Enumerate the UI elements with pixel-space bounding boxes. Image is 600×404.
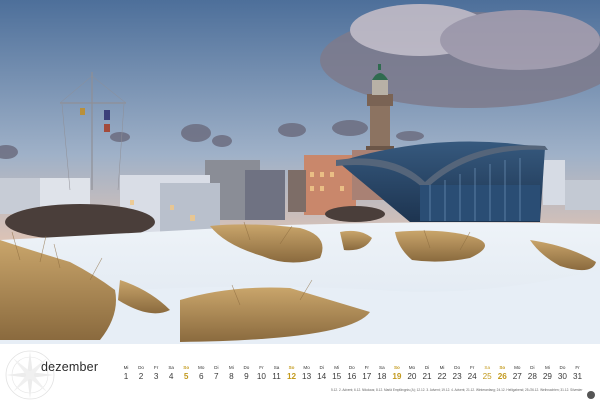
day-cell: Fr 31 — [571, 364, 585, 382]
holiday-notes: 5.12. 2. Advent; 6.12. Nikolaus; 8.12. M… — [331, 388, 583, 392]
day-number: 31 — [572, 372, 583, 381]
day-number: 14 — [317, 372, 327, 381]
day-number: 30 — [557, 372, 567, 381]
day-number: 24 — [467, 372, 477, 381]
weekday-label: Do — [559, 365, 566, 370]
day-number: 16 — [347, 372, 357, 381]
weekday-label: So — [499, 365, 506, 370]
day-number: 29 — [542, 372, 552, 381]
day-cell: Sa 18 — [375, 364, 389, 382]
weekday-label: Do — [138, 365, 144, 370]
weekday-label: So — [393, 365, 400, 370]
weekday-label: Mo — [303, 365, 310, 370]
calendar-photo — [0, 0, 600, 344]
day-cell: So 12 — [285, 364, 299, 382]
day-cell: So 26 — [495, 364, 509, 382]
day-cell: Di 28 — [525, 364, 539, 382]
day-cell: Sa 4 — [164, 364, 178, 382]
day-cell: Mi 15 — [330, 364, 344, 382]
weekday-label: Di — [319, 365, 324, 370]
day-number: 19 — [392, 372, 402, 381]
day-cell: Fr 10 — [254, 364, 268, 382]
weekday-label: Fr — [259, 365, 264, 370]
day-number: 7 — [214, 372, 219, 381]
weekday-label: Sa — [273, 365, 280, 370]
weekday-label: Di — [424, 365, 430, 370]
day-cell: Mo 6 — [194, 364, 208, 382]
weekday-label: Di — [530, 365, 535, 370]
day-cell: Di 7 — [209, 364, 223, 382]
day-cell: Do 2 — [134, 364, 148, 382]
day-number: 15 — [332, 372, 342, 381]
page-marker-icon — [587, 391, 595, 399]
day-number: 4 — [168, 372, 174, 381]
weekday-label: Sa — [484, 365, 490, 370]
day-number: 21 — [422, 372, 432, 381]
weekday-label: Sa — [379, 365, 385, 370]
day-cell: Mi 22 — [435, 364, 449, 382]
day-cell: So 5 — [179, 364, 193, 382]
day-number: 8 — [229, 372, 234, 381]
day-cell: Mi 8 — [224, 364, 238, 382]
weekday-label: Mi — [228, 365, 234, 370]
weekday-label: So — [288, 365, 295, 370]
weekday-label: Fr — [575, 365, 580, 370]
day-number: 23 — [452, 372, 462, 381]
day-number: 20 — [407, 372, 417, 381]
weekday-label: Mo — [408, 365, 416, 370]
day-cell: Fr 17 — [360, 364, 374, 382]
day-cell: Mi 1 — [119, 364, 133, 382]
day-number: 17 — [362, 372, 372, 381]
weekday-label: Fr — [469, 365, 475, 370]
day-number: 22 — [437, 372, 447, 381]
month-label: dezember — [41, 360, 99, 374]
day-number: 28 — [527, 372, 537, 381]
day-cell: Mo 27 — [510, 364, 524, 382]
day-grid: Mi 1 Do 2 Fr 3 Sa 4 So 5 Mo 6 Di 7 Mi 8 Do 9 Fr 10 Sa 11 So 12 M… — [119, 364, 585, 386]
day-cell: Fr 3 — [149, 364, 163, 382]
day-number: 2 — [138, 372, 144, 381]
weekday-label: Do — [454, 365, 461, 370]
day-number: 13 — [302, 372, 312, 381]
day-number: 25 — [482, 372, 492, 381]
weekday-label: Fr — [153, 365, 159, 370]
weekday-label: Mo — [198, 365, 205, 370]
day-cell: Fr 24 — [465, 364, 479, 382]
day-cell: Di 14 — [315, 364, 329, 382]
day-cell: Sa 25 — [480, 364, 494, 382]
day-number: 26 — [497, 372, 507, 381]
weekday-label: Mi — [123, 365, 129, 370]
day-number: 3 — [153, 372, 159, 381]
day-number: 11 — [272, 372, 281, 381]
day-number: 18 — [377, 372, 387, 381]
day-number: 6 — [198, 372, 204, 381]
day-cell: Do 9 — [239, 364, 253, 382]
weekday-label: Sa — [168, 365, 174, 370]
day-cell: Sa 11 — [270, 364, 284, 382]
weekday-label: Di — [214, 365, 219, 370]
day-cell: Do 16 — [345, 364, 359, 382]
weekday-label: Mo — [514, 365, 521, 370]
day-number: 10 — [256, 372, 266, 381]
day-number: 27 — [512, 372, 522, 381]
weekday-label: Do — [243, 365, 250, 370]
day-cell: Do 23 — [450, 364, 464, 382]
day-cell: Di 21 — [420, 364, 434, 382]
day-number: 9 — [244, 372, 249, 381]
day-cell: Mi 29 — [540, 364, 554, 382]
weekday-label: Mi — [439, 365, 445, 370]
weekday-label: Fr — [364, 365, 369, 370]
day-number: 12 — [286, 372, 297, 381]
day-cell: Mo 13 — [300, 364, 314, 382]
day-cell: So 19 — [390, 364, 404, 382]
weekday-label: So — [183, 365, 190, 370]
day-cell: Mo 20 — [405, 364, 419, 382]
warnemunde-winter-scene — [0, 0, 600, 344]
day-number: 5 — [183, 372, 189, 381]
weekday-label: Mi — [334, 365, 340, 370]
weekday-label: Do — [348, 365, 355, 370]
weekday-label: Mi — [544, 365, 550, 370]
day-cell: Do 30 — [555, 364, 569, 382]
day-number: 1 — [123, 372, 129, 381]
